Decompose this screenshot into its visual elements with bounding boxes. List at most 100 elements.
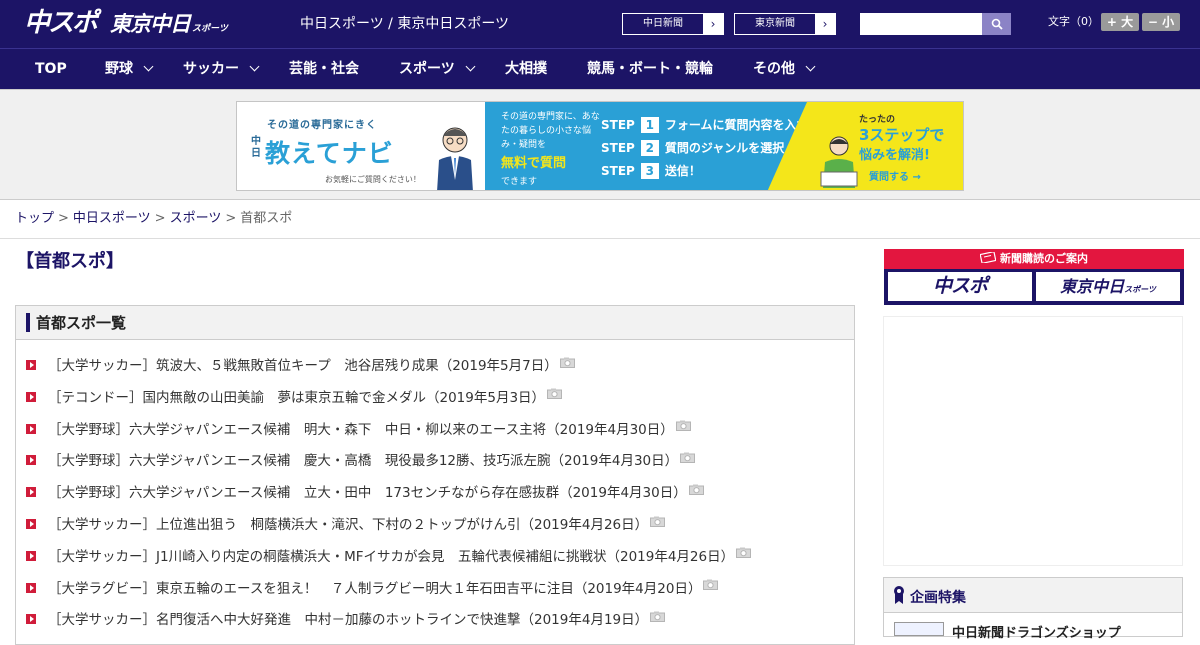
nav-item-label: 大相撲 bbox=[505, 61, 547, 77]
banner-step-2: STEP 2 質問のジャンルを選択 bbox=[601, 139, 784, 156]
camera-icon bbox=[559, 356, 575, 368]
banner-free-label: 無料で質問 bbox=[501, 156, 567, 171]
chunichi-shimbun-label: 中日新聞 bbox=[623, 14, 703, 34]
breadcrumb: トップ > 中日スポーツ > スポーツ > 首都スポ bbox=[15, 210, 292, 228]
tokyo-chunichi-logo[interactable]: 東京中日 スポーツ bbox=[110, 10, 228, 43]
nav-item-baseball[interactable]: 野球 bbox=[105, 49, 154, 89]
main-nav: TOP 野球 サッカー 芸能・社会 スポーツ 大相撲 競馬・ボート・競輪 その他 bbox=[0, 48, 1200, 89]
bullet-arrow-icon bbox=[26, 582, 36, 593]
subscription-box[interactable]: 新聞購読のご案内 中スポ 東京中日スポーツ bbox=[884, 249, 1184, 305]
banner-ask-button[interactable]: 質問する → bbox=[869, 168, 921, 183]
nav-item-soccer[interactable]: サッカー bbox=[183, 49, 260, 89]
subscribe-tokyo-logo[interactable]: 東京中日スポーツ bbox=[1036, 272, 1180, 301]
breadcrumb-link-sports[interactable]: スポーツ bbox=[170, 211, 222, 226]
article-link[interactable]: ［大学野球］六大学ジャパンエース候補 慶大・高橋 現役最多12勝、技巧派左腕（2… bbox=[26, 449, 696, 470]
chevron-right-icon: › bbox=[710, 17, 716, 31]
site-title[interactable]: 中日スポーツ / 東京中日スポーツ bbox=[300, 15, 509, 33]
bullet-arrow-icon bbox=[26, 614, 36, 625]
newspaper-icon bbox=[979, 250, 997, 265]
article-title: ［大学サッカー］筑波大、５戦無敗首位キープ 池谷居残り成果（2019年5月7日） bbox=[48, 358, 558, 374]
article-link[interactable]: ［大学サッカー］名門復活へ中大好発進 中村－加藤のホットラインで快進撃（2019… bbox=[26, 608, 666, 628]
chuspo-logo[interactable]: 中スポ bbox=[24, 8, 98, 38]
chevron-down-icon bbox=[249, 61, 260, 72]
step-text: フォームに質問内容を入力 bbox=[664, 118, 809, 132]
font-size-label: 文字（0） bbox=[1048, 15, 1099, 28]
nav-item-top[interactable]: TOP bbox=[35, 49, 67, 89]
tokyo-shimbun-link[interactable]: 東京新聞 › bbox=[734, 13, 836, 35]
chevron-down-icon bbox=[805, 61, 816, 72]
article-list-header: 首都スポ一覧 bbox=[16, 306, 854, 340]
step-number: 2 bbox=[640, 139, 659, 156]
breadcrumb-link-chuspo[interactable]: 中日スポーツ bbox=[73, 211, 151, 226]
ad-banner-area: その道の専門家にきく 中日 教えてナビ お気軽にご質問ください！ その道の専門家… bbox=[0, 89, 1200, 200]
ribbon-icon bbox=[894, 586, 904, 604]
camera-icon bbox=[547, 387, 563, 400]
bullet-arrow-icon bbox=[26, 487, 36, 498]
breadcrumb-link-top[interactable]: トップ bbox=[15, 211, 54, 226]
nav-item-label: TOP bbox=[35, 61, 67, 77]
nav-item-keiba[interactable]: 競馬・ボート・競輪 bbox=[587, 49, 713, 89]
search-button[interactable] bbox=[982, 13, 1011, 35]
banner-small-text: お気軽にご質問ください！ bbox=[325, 175, 421, 184]
tokyo-chunichi-logo-small: スポーツ bbox=[192, 24, 228, 34]
camera-icon bbox=[650, 610, 666, 622]
nav-item-other[interactable]: その他 bbox=[753, 49, 816, 89]
tokyo-chunichi-logo-text: 東京中日 bbox=[110, 12, 191, 36]
breadcrumb-separator: > bbox=[58, 211, 69, 226]
subscribe-chuspo-logo[interactable]: 中スポ bbox=[888, 272, 1032, 301]
subscribe-tokyo-logo-text: 東京中日 bbox=[1060, 277, 1125, 296]
chevron-down-icon bbox=[143, 61, 154, 72]
header-accent-bar bbox=[26, 313, 30, 332]
feature-title: 企画特集 bbox=[910, 590, 966, 606]
bullet-arrow-icon bbox=[26, 423, 36, 434]
feature-item[interactable]: 中日新聞ドラゴンズショップ bbox=[894, 622, 1121, 641]
feature-thumbnail bbox=[894, 622, 944, 636]
sidebar-ad-slot bbox=[883, 316, 1183, 566]
step-number: 1 bbox=[640, 116, 659, 133]
divider bbox=[0, 238, 1200, 239]
camera-icon bbox=[736, 546, 752, 559]
site-header: 中スポ 東京中日 スポーツ 中日スポーツ / 東京中日スポーツ 中日新聞 › 東京… bbox=[0, 0, 1200, 48]
nav-item-label: スポーツ bbox=[399, 61, 455, 77]
page-title: 【首都スポ】 bbox=[16, 251, 124, 272]
banner-subtitle: その道の専門家にきく bbox=[267, 120, 377, 131]
article-title: ［大学サッカー］上位進出狙う 桐蔭横浜大・滝沢、下村の２トップがけん引（2019… bbox=[48, 517, 649, 533]
chevron-right-icon: › bbox=[822, 17, 828, 31]
article-link[interactable]: ［テコンドー］国内無敵の山田美諭 夢は東京五輪で金メダル（2019年5月3日） bbox=[26, 386, 563, 406]
breadcrumb-current: 首都スポ bbox=[240, 211, 293, 226]
article-list-panel: 首都スポ一覧 ［大学サッカー］筑波大、５戦無敗首位キープ 池谷居残り成果（201… bbox=[15, 305, 855, 645]
nav-item-sports[interactable]: スポーツ bbox=[399, 49, 476, 89]
camera-icon bbox=[703, 578, 719, 591]
search-input[interactable] bbox=[860, 13, 982, 35]
banner-prefix: 中日 bbox=[251, 136, 261, 159]
font-larger-button[interactable]: + 大 bbox=[1101, 13, 1139, 31]
article-link[interactable]: ［大学野球］六大学ジャパンエース候補 立大・田中 173センチながら存在感抜群（… bbox=[26, 481, 704, 501]
article-list-title: 首都スポ一覧 bbox=[36, 314, 127, 332]
step-text: 送信！ bbox=[664, 164, 701, 178]
article-link[interactable]: ［大学サッカー］上位進出狙う 桐蔭横浜大・滝沢、下村の２トップがけん引（2019… bbox=[26, 513, 666, 533]
feature-box: 企画特集 中日新聞ドラゴンズショップ bbox=[883, 577, 1183, 641]
article-title: ［大学野球］六大学ジャパンエース候補 明大・森下 中日・柳以来のエース主将（20… bbox=[48, 421, 674, 438]
article-title: ［大学野球］六大学ジャパンエース候補 慶大・高橋 現役最多12勝、技巧派左腕（2… bbox=[48, 453, 679, 470]
article-link[interactable]: ［大学野球］六大学ジャパンエース候補 明大・森下 中日・柳以来のエース主将（20… bbox=[26, 418, 691, 438]
step-text: 質問のジャンルを選択 bbox=[664, 141, 785, 155]
step-number: 3 bbox=[640, 162, 659, 179]
article-title: ［テコンドー］国内無敵の山田美諭 夢は東京五輪で金メダル（2019年5月3日） bbox=[48, 389, 546, 406]
breadcrumb-separator: > bbox=[225, 211, 237, 226]
tokyo-shimbun-label: 東京新聞 bbox=[735, 14, 815, 34]
nav-item-label: 芸能・社会 bbox=[289, 61, 359, 77]
banner-yellow-line2: 3ステップで bbox=[859, 126, 945, 144]
chunichi-shimbun-link[interactable]: 中日新聞 › bbox=[622, 13, 724, 35]
nav-item-label: その他 bbox=[753, 61, 795, 77]
font-smaller-button[interactable]: − 小 bbox=[1142, 13, 1180, 31]
oshiete-navi-banner[interactable]: その道の専門家にきく 中日 教えてナビ お気軽にご質問ください！ その道の専門家… bbox=[236, 101, 964, 191]
article-link[interactable]: ［大学サッカー］J1川崎入り内定の桐蔭横浜大・MFイサカが会見 五輪代表候補組に… bbox=[26, 545, 752, 565]
subscription-title: 新聞購読のご案内 bbox=[884, 249, 1184, 269]
camera-icon bbox=[650, 515, 666, 527]
article-link[interactable]: ［大学ラグビー］東京五輪のエースを狙え！ ７人制ラグビー明大１年石田吉平に注目（… bbox=[26, 577, 719, 597]
subscribe-tokyo-logo-small: スポーツ bbox=[1124, 285, 1156, 294]
camera-icon bbox=[680, 451, 696, 463]
nav-item-entertainment[interactable]: 芸能・社会 bbox=[289, 49, 359, 89]
article-link[interactable]: ［大学サッカー］筑波大、５戦無敗首位キープ 池谷居残り成果（2019年5月7日） bbox=[26, 354, 575, 374]
nav-item-sumo[interactable]: 大相撲 bbox=[505, 49, 547, 89]
